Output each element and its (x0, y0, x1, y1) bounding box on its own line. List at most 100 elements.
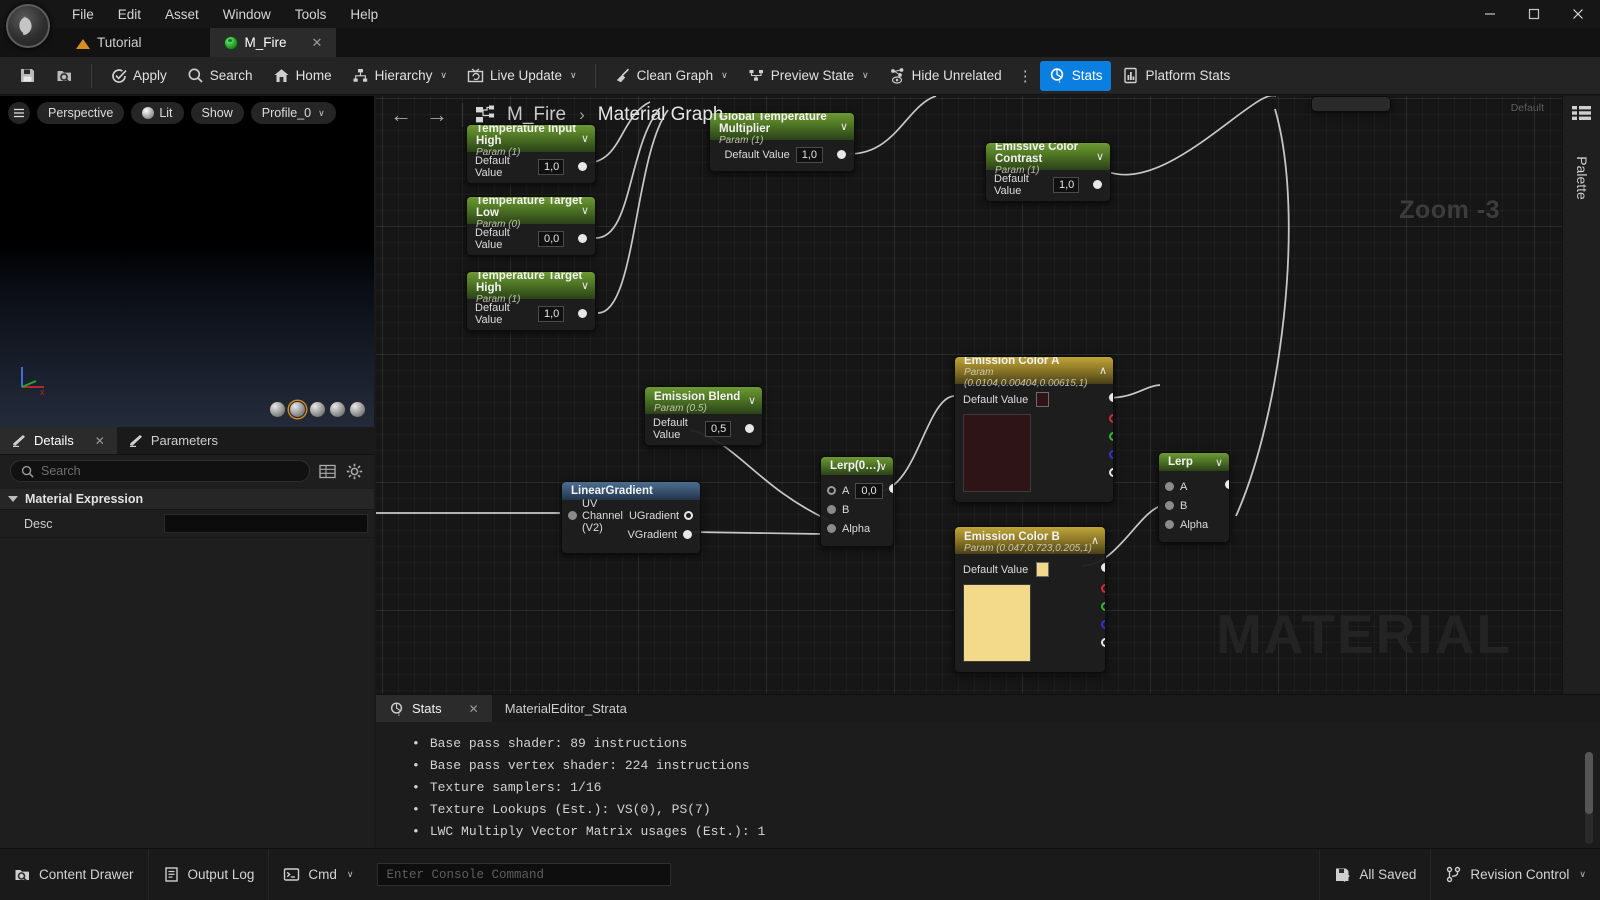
palette-strip[interactable]: Palette (1562, 96, 1600, 694)
node-header[interactable]: Temperature Target High Param (1) ∨ (467, 272, 595, 305)
node-header[interactable]: Emission Color A Param (0.0104,0.00404,0… (955, 357, 1113, 389)
node-value-field[interactable]: 1,0 (538, 158, 564, 175)
node-header[interactable]: Emission Blend Param (0.5) ∨ (645, 387, 762, 414)
node-pin-a-value[interactable]: 0,0 (855, 482, 883, 499)
sphere-preview-button[interactable] (289, 401, 306, 418)
node-value-field[interactable]: 0,5 (705, 420, 731, 437)
chevron-down-icon[interactable]: ∨ (840, 120, 848, 133)
node-global-temperature-multiplier[interactable]: Global Temperature Multiplier Param (1) … (709, 112, 855, 172)
chevron-up-icon[interactable]: ∧ (1091, 534, 1099, 547)
node-value-field[interactable]: 1,0 (1053, 176, 1079, 193)
output-pin-b[interactable] (1101, 620, 1105, 629)
platform-stats-button[interactable]: Platform Stats (1113, 61, 1239, 91)
content-drawer-button[interactable]: Content Drawer (0, 848, 149, 900)
node-linear-gradient[interactable]: LinearGradient UV Channel (V2) UGradient… (561, 481, 701, 554)
output-pin-r[interactable] (1109, 414, 1113, 423)
property-value-desc[interactable] (158, 514, 374, 533)
tab-parameters[interactable]: Parameters (117, 427, 230, 454)
material-preview-viewport[interactable]: Perspective Lit Show Profile_0 ∨ x (0, 96, 374, 427)
tab-tutorial[interactable]: Tutorial (62, 28, 156, 57)
close-button[interactable] (1556, 0, 1600, 28)
node-header[interactable]: Lerp(0…) ∨ (821, 457, 893, 475)
node-lerp[interactable]: Lerp ∨ A B Alpha (1158, 452, 1230, 543)
output-pin-rgba[interactable] (1109, 393, 1113, 402)
breadcrumb-asset[interactable]: M_Fire (507, 104, 566, 126)
output-pin[interactable] (578, 309, 587, 318)
node-lerp-0[interactable]: Lerp(0…) ∨ A 0,0 B Alpha (820, 456, 894, 547)
node-emission-color-b[interactable]: Emission Color B Param (0.047,0.723,0.20… (954, 526, 1106, 673)
stats-toggle-button[interactable]: i Stats (1039, 60, 1112, 91)
node-temperature-target-low[interactable]: Temperature Target Low Param (0) ∨ Defau… (466, 196, 596, 256)
input-pin-uv[interactable] (568, 511, 577, 520)
custom-mesh-preview-button[interactable] (349, 401, 366, 418)
output-pin-a[interactable] (1101, 638, 1105, 647)
tab-details[interactable]: Details ✕ (0, 427, 117, 454)
column-settings-icon[interactable] (318, 462, 337, 481)
unreal-engine-logo-icon[interactable] (6, 4, 50, 48)
output-pin-g[interactable] (1109, 432, 1113, 441)
node-header[interactable]: Lerp ∨ (1159, 453, 1229, 471)
input-pin-b[interactable] (1165, 501, 1174, 510)
all-saved-button[interactable]: All Saved (1319, 848, 1430, 900)
node-emission-color-a[interactable]: Emission Color A Param (0.0104,0.00404,0… (954, 356, 1114, 503)
color-preview[interactable] (963, 584, 1031, 662)
preview-state-button[interactable]: Preview State ∨ (739, 61, 878, 91)
node-clipped-top-right[interactable] (1311, 96, 1391, 112)
node-header[interactable]: Global Temperature Multiplier Param (1) … (710, 113, 854, 146)
material-graph-canvas[interactable]: ← → M_Fire › Material Graph Default Zoom… (376, 96, 1562, 694)
home-button[interactable]: Home (264, 61, 341, 91)
node-header[interactable]: Temperature Target Low Param (0) ∨ (467, 197, 595, 230)
viewport-menu-button[interactable] (8, 102, 30, 124)
revision-control-button[interactable]: Revision Control ∨ (1430, 848, 1600, 900)
save-button[interactable] (10, 61, 45, 91)
tab-material-editor-strata[interactable]: MaterialEditor_Strata (492, 695, 640, 722)
node-emissive-color-contrast[interactable]: Emissive Color Contrast Param (1) ∨ Defa… (985, 142, 1111, 202)
node-emission-blend[interactable]: Emission Blend Param (0.5) ∨ Default Val… (644, 386, 763, 446)
output-pin[interactable] (1225, 480, 1229, 489)
viewport-perspective-button[interactable]: Perspective (37, 102, 125, 124)
color-preview[interactable] (963, 414, 1031, 492)
color-swatch[interactable] (1036, 562, 1050, 577)
console-command-input[interactable] (377, 863, 672, 886)
desc-input[interactable] (164, 514, 368, 533)
chevron-down-icon[interactable]: ∨ (879, 460, 887, 473)
input-pin-a[interactable] (827, 486, 836, 495)
output-pin[interactable] (578, 234, 587, 243)
stats-scrollbar[interactable] (1585, 752, 1593, 844)
cube-preview-button[interactable] (329, 401, 346, 418)
category-material-expression[interactable]: Material Expression (0, 489, 374, 510)
input-pin-alpha[interactable] (1165, 520, 1174, 529)
tab-close-icon[interactable]: ✕ (312, 35, 323, 51)
menu-window[interactable]: Window (211, 4, 283, 25)
output-pin[interactable] (837, 150, 846, 159)
details-search-box[interactable] (10, 460, 310, 482)
output-pin-g[interactable] (1101, 602, 1105, 611)
viewport-lit-button[interactable]: Lit (131, 102, 184, 124)
gear-icon[interactable] (345, 462, 364, 481)
toolbar-overflow-button[interactable]: ⋮ (1013, 61, 1038, 91)
apply-button[interactable]: Apply (101, 61, 176, 91)
menu-file[interactable]: File (60, 4, 106, 25)
hide-unrelated-button[interactable]: Hide Unrelated (880, 61, 1011, 91)
node-value-field[interactable]: 1,0 (538, 305, 564, 322)
output-pin[interactable] (1093, 180, 1102, 189)
tab-m-fire[interactable]: M_Fire ✕ (209, 28, 337, 57)
output-pin-a[interactable] (1109, 468, 1113, 477)
color-swatch[interactable] (1036, 392, 1050, 407)
details-close-icon[interactable]: ✕ (95, 434, 105, 448)
output-pin-vgradient[interactable] (683, 530, 692, 539)
chevron-down-icon[interactable]: ∨ (581, 279, 589, 292)
graph-forward-button[interactable]: → (424, 102, 450, 128)
tab-stats[interactable]: i Stats ✕ (376, 695, 492, 722)
output-pin[interactable] (745, 424, 754, 433)
search-button[interactable]: Search (178, 61, 262, 91)
menu-tools[interactable]: Tools (283, 4, 339, 25)
input-pin-b[interactable] (827, 505, 836, 514)
chevron-down-icon[interactable]: ∨ (748, 394, 756, 407)
viewport-profile-button[interactable]: Profile_0 ∨ (250, 102, 336, 124)
node-header[interactable]: Emissive Color Contrast Param (1) ∨ (986, 143, 1110, 176)
output-pin[interactable] (578, 162, 587, 171)
minimize-button[interactable] (1468, 0, 1512, 28)
node-value-field[interactable]: 0,0 (538, 230, 564, 247)
cylinder-preview-button[interactable] (269, 401, 286, 418)
